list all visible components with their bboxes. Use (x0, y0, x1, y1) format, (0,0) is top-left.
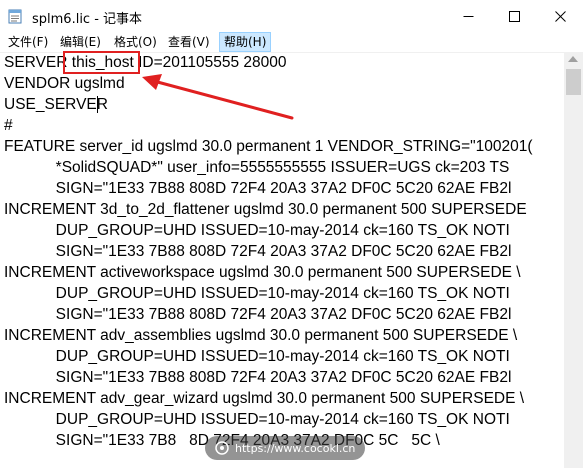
editor-line: DUP_GROUP=UHD ISSUED=10-may-2014 ck=160 … (4, 348, 510, 365)
vertical-scrollbar[interactable] (564, 52, 583, 468)
minimize-icon (463, 15, 473, 17)
editor-line: INCREMENT 3d_to_2d_flattener ugslmd 30.0… (4, 201, 527, 218)
editor-line: VENDOR ugslmd (4, 75, 125, 92)
menu-edit[interactable]: 编辑(E) (56, 33, 105, 51)
editor-line: DUP_GROUP=UHD ISSUED=10-may-2014 ck=160 … (4, 285, 510, 302)
maximize-button[interactable] (491, 0, 537, 32)
editor-line: SERVER this_host ID=201105555 28000 (4, 54, 287, 71)
editor-line: INCREMENT adv_gear_wizard ugslmd 30.0 pe… (4, 390, 525, 407)
editor-line: INCREMENT adv_assemblies ugslmd 30.0 per… (4, 327, 518, 344)
editor-line: SIGN="1E33 7B88 808D 72F4 20A3 37A2 DF0C… (4, 306, 512, 323)
editor-line: DUP_GROUP=UHD ISSUED=10-may-2014 ck=160 … (4, 411, 510, 428)
menu-view[interactable]: 查看(V) (164, 33, 214, 51)
menu-help[interactable]: 帮助(H) (219, 32, 272, 52)
editor-line: SIGN="1E33 7B88 808D 72F4 20A3 37A2 DF0C… (4, 243, 512, 260)
notepad-window: splm6.lic - 记事本 文件(F) 编辑(E) 格式(O) 查看(V) … (0, 0, 583, 468)
editor-line: SIGN="1E33 7B88 808D 72F4 20A3 37A2 DF0C… (4, 180, 512, 197)
editor-line: FEATURE server_id ugslmd 30.0 permanent … (4, 138, 533, 155)
close-button[interactable] (537, 0, 583, 32)
maximize-icon (508, 10, 520, 22)
watermark-logo-icon (215, 441, 229, 455)
close-icon (554, 10, 566, 22)
annotation-highlight-box (63, 51, 140, 74)
menu-format[interactable]: 格式(O) (110, 33, 161, 51)
editor-line: USE_SERVER (4, 96, 108, 113)
window-title: splm6.lic - 记事本 (32, 12, 143, 27)
title-bar[interactable]: splm6.lic - 记事本 (0, 0, 583, 32)
scroll-up-arrow-icon[interactable] (568, 56, 578, 62)
watermark-text: https://www.cocokl.cn (235, 441, 356, 455)
text-caret (97, 96, 98, 113)
text-editor-area[interactable]: SERVER this_host ID=201105555 28000 VEND… (0, 52, 564, 468)
editor-line: # (4, 117, 13, 134)
minimize-button[interactable] (445, 0, 491, 32)
menu-bar: 文件(F) 编辑(E) 格式(O) 查看(V) 帮助(H) (0, 32, 583, 52)
watermark-badge: https://www.cocokl.cn (205, 436, 366, 460)
menu-file[interactable]: 文件(F) (4, 33, 52, 51)
notepad-app-icon (8, 8, 22, 24)
editor-line: INCREMENT activeworkspace ugslmd 30.0 pe… (4, 264, 521, 281)
editor-line: DUP_GROUP=UHD ISSUED=10-may-2014 ck=160 … (4, 222, 510, 239)
editor-line: *SolidSQUAD*" user_info=5555555555 ISSUE… (4, 159, 510, 176)
scrollbar-thumb[interactable] (566, 69, 581, 95)
editor-line: SIGN="1E33 7B88 808D 72F4 20A3 37A2 DF0C… (4, 369, 512, 386)
